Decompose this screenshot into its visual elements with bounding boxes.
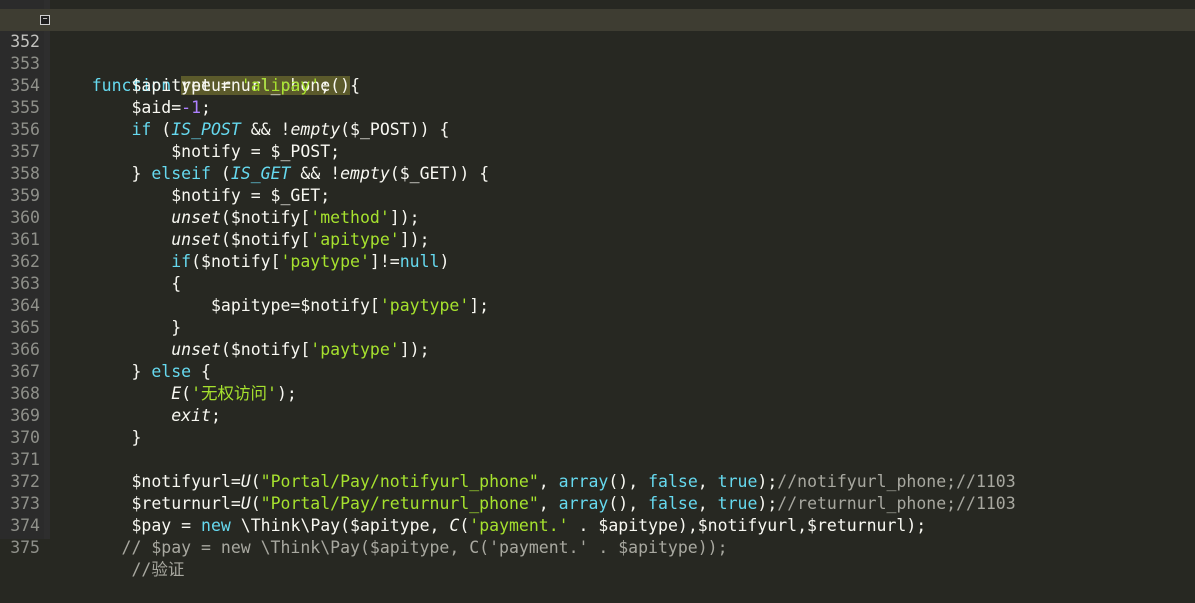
code-line: 363 $apitype=$notify['paytype']; (0, 251, 1195, 315)
code-line: 360 unset($notify['apitype']); (0, 185, 1195, 249)
line-code[interactable]: //验证 (52, 559, 184, 581)
code-comment: // $pay = new \Think\Pay($apitype, C('pa… (121, 538, 728, 557)
code-line: 364 } (0, 273, 1195, 337)
code-line: 356 $notify = $_POST; (0, 97, 1195, 161)
code-line: 355 if (IS_POST && !empty($_POST)) { (0, 75, 1195, 139)
code-line: 375 //验证 (0, 515, 1195, 579)
code-line: 367 E('无权访问'); (0, 339, 1195, 403)
code-line-current: 352 function returnurl_phone(){ (0, 9, 1195, 95)
code-line: 357 } elseif (IS_GET && !empty($_GET)) { (0, 119, 1195, 183)
code-line: 369 } (0, 383, 1195, 447)
code-line: 361 if($notify['paytype']!=null) (0, 207, 1195, 271)
code-line: 368 exit; (0, 361, 1195, 425)
code-line: 371 $notifyurl=U("Portal/Pay/notifyurl_p… (0, 427, 1195, 491)
code-line: 358 $notify = $_GET; (0, 141, 1195, 205)
code-editor[interactable]: 351 352 function returnurl_phone(){ 353 … (0, 0, 1195, 579)
code-comment: //验证 (131, 560, 185, 579)
line-number: 375 (10, 538, 40, 557)
code-line: 372 $returnurl=U("Portal/Pay/returnurl_p… (0, 449, 1195, 513)
fold-toggle-icon[interactable] (40, 15, 50, 25)
code-line: 351 (0, 0, 1195, 29)
code-line: 359 unset($notify['method']); (0, 163, 1195, 227)
code-line: 374 // $pay = new \Think\Pay($apitype, C… (0, 493, 1195, 557)
code-line: 362 { (0, 229, 1195, 293)
code-line: 370 (0, 405, 1195, 447)
line-code[interactable]: // $pay = new \Think\Pay($apitype, C('pa… (52, 537, 728, 559)
code-line: 353 $apitype = 'alipay'; (0, 31, 1195, 95)
code-line: 373 $pay = new \Think\Pay($apitype, C('p… (0, 471, 1195, 535)
code-lines: 351 352 function returnurl_phone(){ 353 … (0, 0, 1195, 579)
code-line: 365 unset($notify['paytype']); (0, 295, 1195, 359)
code-line: 354 $aid=-1; (0, 53, 1195, 117)
code-line: 366 } else { (0, 317, 1195, 381)
